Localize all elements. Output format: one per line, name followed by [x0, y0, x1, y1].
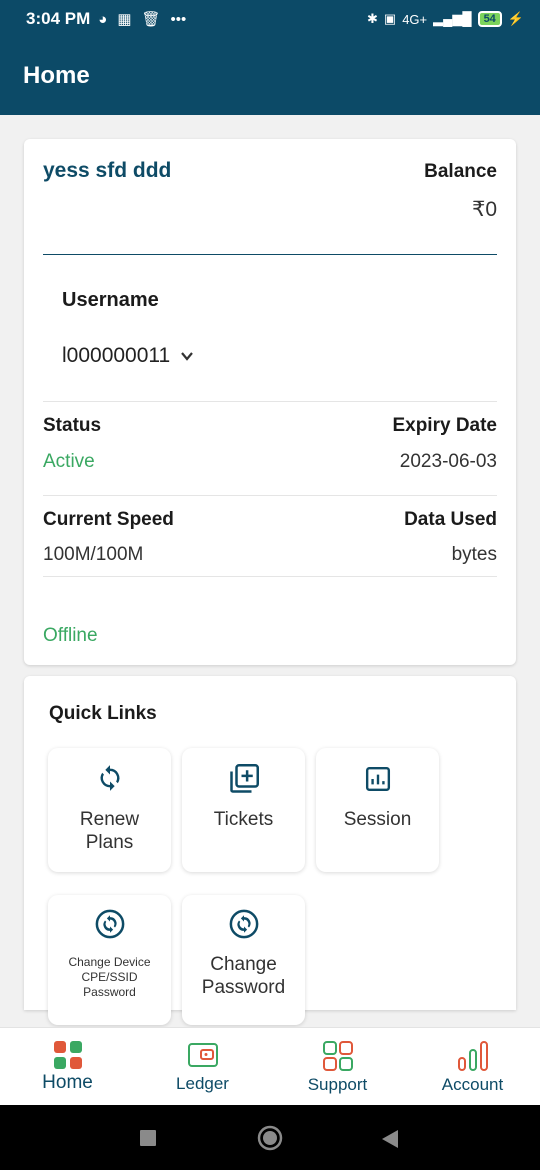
current-speed-label: Current Speed: [43, 509, 174, 530]
nav-ledger-label: Ledger: [176, 1074, 229, 1093]
change-device-label-line1: Change Device: [68, 955, 151, 969]
connection-status: Offline: [43, 625, 98, 646]
system-navigation-bar: [0, 1105, 540, 1170]
network-type: 4G+: [402, 11, 428, 27]
status-time: 3:04 PM: [26, 9, 91, 28]
status-value: Active: [43, 451, 95, 472]
session-label: Session: [343, 809, 412, 830]
quick-links-card: Quick Links Renew Plans Tickets Session: [24, 676, 516, 1025]
volte-icon: ▣: [383, 11, 397, 26]
bottom-navigation: Home Ledger Support Account: [0, 1027, 540, 1105]
balance-label: Balance: [424, 161, 497, 182]
bar-chart-icon: [365, 766, 390, 792]
data-used-label: Data Used: [404, 509, 497, 530]
trash-icon: 🗑: [141, 11, 161, 28]
account-card: yess sfd ddd Balance ₹0 Username l000000…: [24, 139, 516, 665]
username-value: l000000011: [62, 344, 171, 367]
back-button[interactable]: [381, 1129, 399, 1149]
signal-icon: ▂▄▆█: [433, 11, 472, 26]
renew-plans-label-line2: Plans: [85, 832, 134, 853]
divider: [43, 576, 497, 577]
app-notification-icon: ◕: [98, 10, 108, 28]
renew-plans-button[interactable]: Renew Plans: [48, 748, 171, 872]
renew-plans-label-line1: Renew: [79, 809, 140, 830]
tickets-label: Tickets: [213, 809, 274, 830]
bluetooth-icon: ✱: [367, 11, 378, 26]
change-device-password-button[interactable]: Change Device CPE/SSID Password: [48, 895, 171, 1025]
battery-icon: 54: [477, 11, 502, 27]
change-password-label-line2: Password: [201, 977, 286, 998]
nav-home-label: Home: [42, 1072, 93, 1093]
customer-name: yess sfd ddd: [43, 159, 172, 182]
change-device-label-line3: Password: [83, 985, 136, 999]
nav-ledger[interactable]: Ledger: [135, 1028, 270, 1106]
balance-value: ₹0: [471, 198, 497, 221]
nav-support-label: Support: [307, 1075, 368, 1094]
app-bar: Home: [0, 38, 540, 115]
sync-circle-icon: [229, 909, 258, 939]
charging-icon: ⚡: [507, 11, 524, 26]
username-dropdown[interactable]: l000000011: [62, 344, 194, 368]
nav-support[interactable]: Support: [270, 1028, 405, 1106]
data-used-value: bytes: [451, 544, 497, 565]
tickets-button[interactable]: Tickets: [182, 748, 305, 872]
support-grid-icon: [322, 1041, 353, 1071]
session-button[interactable]: Session: [316, 748, 439, 872]
quick-links-title: Quick Links: [49, 703, 157, 724]
divider: [43, 495, 497, 496]
divider: [43, 401, 497, 402]
account-bars-icon: [457, 1041, 488, 1071]
expiry-date-label: Expiry Date: [392, 415, 497, 436]
current-speed-value: 100M/100M: [43, 544, 144, 565]
add-box-icon: [229, 764, 259, 793]
change-device-label-line2: CPE/SSID: [81, 970, 138, 984]
recents-button[interactable]: [139, 1129, 157, 1147]
nav-account[interactable]: Account: [405, 1028, 540, 1106]
refresh-icon: [100, 765, 119, 791]
expiry-date-value: 2023-06-03: [399, 451, 497, 472]
divider: [43, 254, 497, 255]
calendar-icon: ▦: [117, 11, 132, 28]
home-button[interactable]: [257, 1125, 283, 1151]
change-password-label-line1: Change: [210, 954, 277, 975]
status-label: Status: [43, 415, 102, 436]
sync-circle-icon: [95, 909, 124, 939]
more-icon: •••: [170, 10, 187, 28]
nav-home[interactable]: Home: [0, 1028, 135, 1106]
home-grid-icon: [53, 1041, 82, 1069]
status-bar: 3:04 PM ◕ ▦ 🗑 ••• ✱ ▣ 4G+ ▂▄▆█ 54 ⚡: [0, 0, 540, 38]
wallet-icon: [187, 1043, 218, 1067]
change-password-button[interactable]: Change Password: [182, 895, 305, 1025]
nav-account-label: Account: [441, 1075, 504, 1094]
username-label: Username: [62, 289, 159, 311]
chevron-down-icon: [181, 352, 194, 361]
page-title: Home: [23, 62, 90, 89]
